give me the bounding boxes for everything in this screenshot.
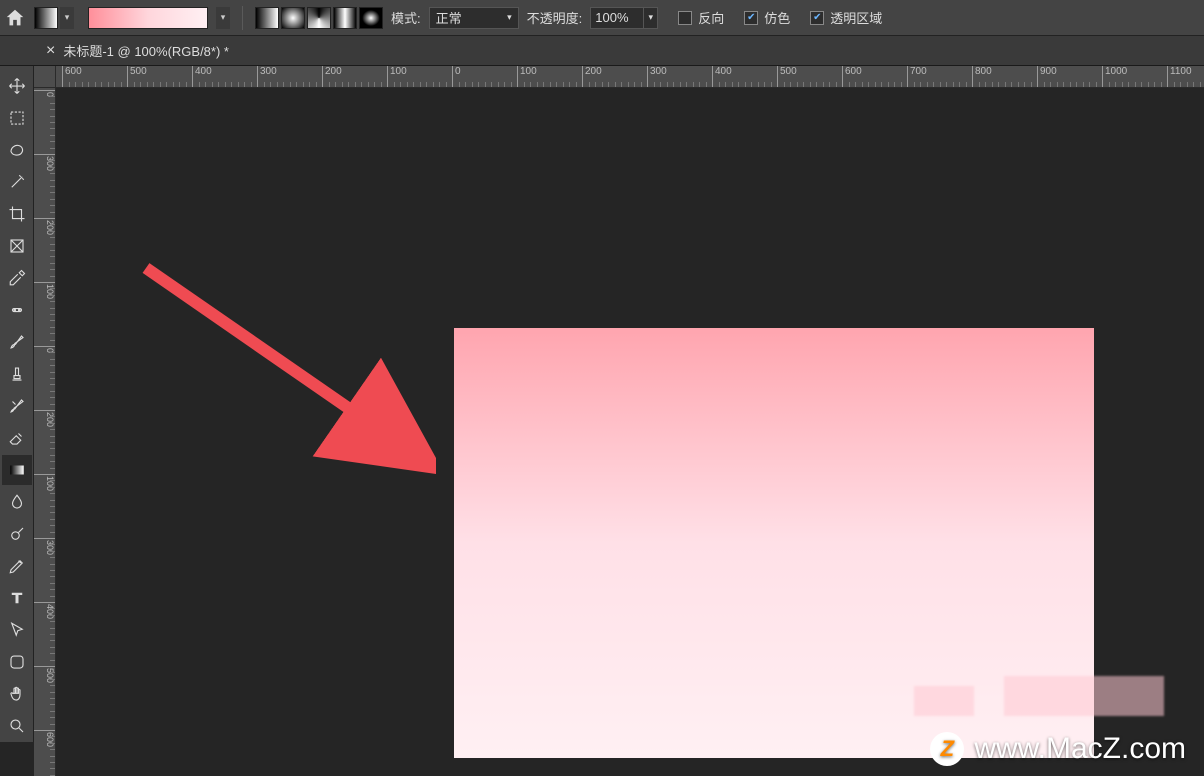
ruler-tick: 300 (257, 66, 277, 87)
hand-tool[interactable] (2, 679, 32, 709)
direct-select-tool[interactable] (2, 615, 32, 645)
document-tab-title[interactable]: 未标题-1 @ 100%(RGB/8*) * (63, 41, 229, 60)
ruler-tick: 700 (907, 66, 927, 87)
diamond-gradient-button[interactable] (359, 7, 383, 29)
ruler-tick: 500 (34, 666, 55, 683)
ruler-vertical[interactable]: 03002001000200100300400500600 (34, 88, 56, 776)
eyedropper-tool[interactable] (2, 263, 32, 293)
move-tool[interactable] (2, 71, 32, 101)
brush-tool[interactable] (2, 327, 32, 357)
ruler-tick: 100 (387, 66, 407, 87)
ruler-tick: 100 (34, 282, 55, 299)
reverse-checkbox[interactable] (678, 11, 692, 25)
ruler-tick: 400 (712, 66, 732, 87)
dodge-tool[interactable] (2, 519, 32, 549)
transparency-label: 透明区域 (830, 8, 882, 27)
options-bar: ▾ ▾ 模式: 正常 ▾ 不透明度: 100% ▾ 反向 仿色 透明区域 (0, 0, 1204, 36)
close-tab-icon[interactable]: × (46, 42, 55, 60)
opacity-input[interactable]: 100% (590, 7, 644, 29)
dither-label: 仿色 (764, 8, 790, 27)
gradient-fill-rectangle (454, 328, 1094, 758)
radial-gradient-button[interactable] (281, 7, 305, 29)
ruler-tick: 200 (34, 410, 55, 427)
pen-tool[interactable] (2, 551, 32, 581)
watermark-text: www.MacZ.com (974, 732, 1186, 766)
ruler-corner (34, 66, 56, 88)
ruler-tick: 300 (647, 66, 667, 87)
opacity-value: 100% (595, 10, 628, 25)
document-tab-bar: × 未标题-1 @ 100%(RGB/8*) * (0, 36, 1204, 66)
watermark-logo-icon: Z (930, 732, 964, 766)
frame-tool[interactable] (2, 231, 32, 261)
gradient-preview[interactable] (88, 7, 208, 29)
ruler-tick: 500 (127, 66, 147, 87)
ruler-horizontal[interactable]: 6005004003002001000100200300400500600700… (56, 66, 1204, 88)
ruler-tick: 900 (1037, 66, 1057, 87)
ruler-tick: 800 (972, 66, 992, 87)
spot-heal-tool[interactable] (2, 295, 32, 325)
transparency-checkbox[interactable] (810, 11, 824, 25)
foreground-gradient-swatch[interactable] (34, 7, 58, 29)
shape-tool[interactable] (2, 647, 32, 677)
lasso-tool[interactable] (2, 135, 32, 165)
ruler-tick: 200 (582, 66, 602, 87)
gradient-type-group (255, 7, 383, 29)
separator (242, 6, 243, 30)
marquee-tool[interactable] (2, 103, 32, 133)
blend-mode-value: 正常 (436, 8, 462, 27)
crop-tool[interactable] (2, 199, 32, 229)
ruler-tick: 200 (34, 218, 55, 235)
ruler-tick: 300 (34, 154, 55, 171)
mode-label: 模式: (391, 8, 421, 27)
pixelation-patch (914, 686, 974, 716)
canvas-area[interactable] (56, 88, 1204, 776)
gradient-picker-dropdown-icon[interactable]: ▾ (216, 7, 230, 29)
blend-mode-select[interactable]: 正常 ▾ (429, 7, 519, 29)
swatch-dropdown-icon[interactable]: ▾ (60, 7, 74, 29)
linear-gradient-button[interactable] (255, 7, 279, 29)
zoom-tool[interactable] (2, 711, 32, 741)
history-brush-tool[interactable] (2, 391, 32, 421)
reverse-label: 反向 (698, 8, 724, 27)
watermark: Z www.MacZ.com (930, 732, 1186, 766)
reflected-gradient-button[interactable] (333, 7, 357, 29)
ruler-tick: 200 (322, 66, 342, 87)
ruler-tick: 300 (34, 538, 55, 555)
left-toolbar (0, 66, 34, 742)
gradient-tool[interactable] (2, 455, 32, 485)
ruler-tick: 600 (34, 730, 55, 747)
ruler-tick: 600 (842, 66, 862, 87)
pixelation-patch (1004, 676, 1164, 716)
annotation-arrow (136, 258, 436, 478)
blur-tool[interactable] (2, 487, 32, 517)
dither-checkbox[interactable] (744, 11, 758, 25)
ruler-tick: 500 (777, 66, 797, 87)
eraser-tool[interactable] (2, 423, 32, 453)
angle-gradient-button[interactable] (307, 7, 331, 29)
ruler-tick: 400 (34, 602, 55, 619)
home-icon[interactable] (4, 7, 26, 29)
ruler-tick: 600 (62, 66, 82, 87)
chevron-down-icon: ▾ (507, 12, 512, 23)
magic-wand-tool[interactable] (2, 167, 32, 197)
stamp-tool[interactable] (2, 359, 32, 389)
ruler-tick: 100 (34, 474, 55, 491)
opacity-dropdown-icon[interactable]: ▾ (644, 7, 658, 29)
ruler-tick: 400 (192, 66, 212, 87)
opacity-label: 不透明度: (527, 8, 583, 27)
ruler-tick: 100 (517, 66, 537, 87)
type-tool[interactable] (2, 583, 32, 613)
